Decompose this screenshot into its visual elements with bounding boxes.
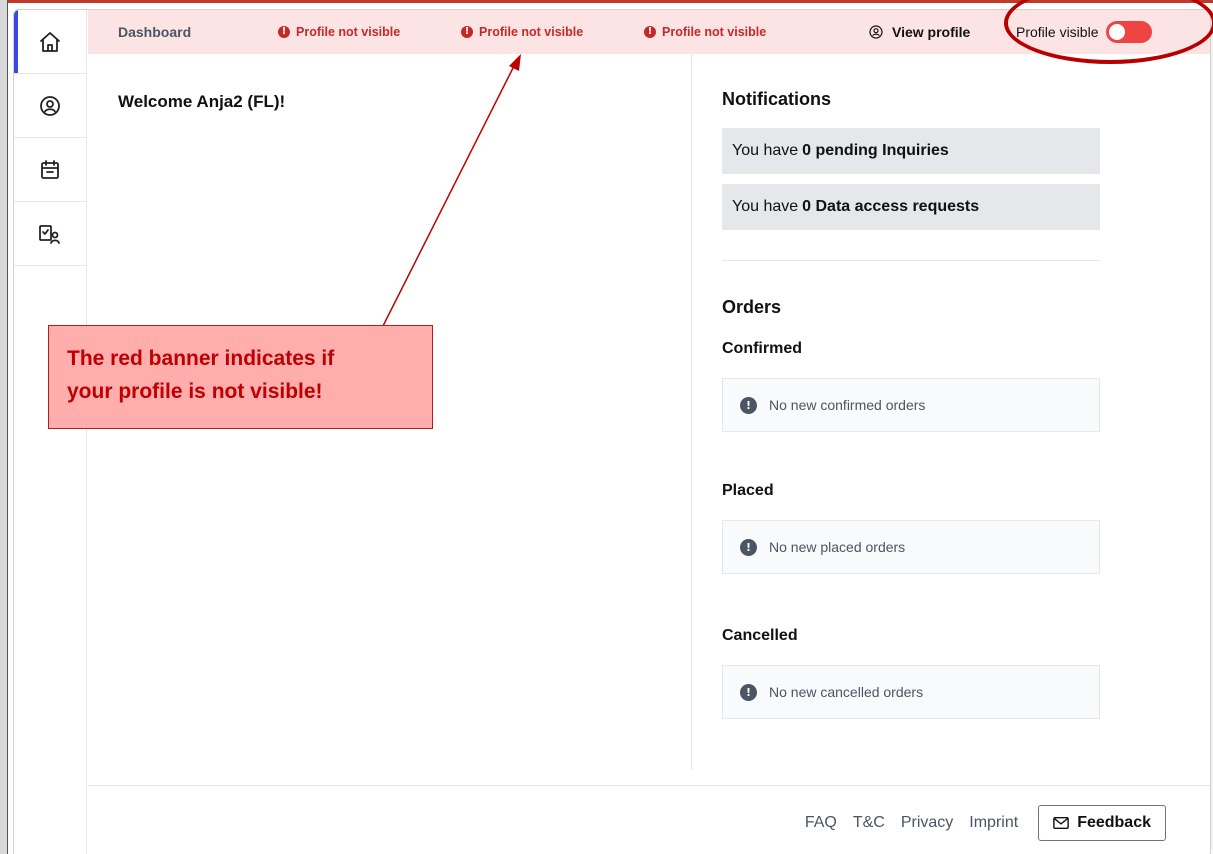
- notification-prefix: You have: [732, 198, 799, 215]
- notification-count: 0 pending Inquiries: [802, 142, 949, 159]
- notification-prefix: You have: [732, 142, 799, 159]
- sidebar-item-home[interactable]: [14, 10, 86, 74]
- left-window-rail: [0, 0, 8, 854]
- footer-link-faq[interactable]: FAQ: [805, 814, 837, 832]
- sidebar-item-profile[interactable]: [14, 74, 86, 138]
- callout-line-1: The red banner indicates if: [67, 347, 335, 370]
- orders-confirmed-message: No new confirmed orders: [769, 397, 926, 413]
- welcome-heading: Welcome Anja2 (FL)!: [118, 92, 286, 111]
- envelope-icon: [1053, 816, 1070, 830]
- callout-line-2: your profile is not visible!: [67, 380, 323, 403]
- profile-warning-text: Profile not visible: [296, 25, 401, 39]
- profile-warning-2: ! Profile not visible: [461, 25, 583, 39]
- orders-placed-box: ! No new placed orders: [722, 520, 1100, 574]
- column-divider: [691, 54, 692, 770]
- orders-cancelled-title: Cancelled: [722, 627, 798, 644]
- section-divider: [722, 260, 1100, 261]
- profile-warning-text: Profile not visible: [662, 25, 767, 39]
- top-tab-outline: [350, 0, 805, 3]
- footer-link-terms[interactable]: T&C: [853, 814, 885, 832]
- feedback-button[interactable]: Feedback: [1038, 805, 1166, 841]
- footer: FAQ T&C Privacy Imprint Feedback: [789, 805, 1166, 841]
- notification-inquiries[interactable]: You have 0 pending Inquiries: [722, 128, 1100, 174]
- profile-warning-3: ! Profile not visible: [644, 25, 766, 39]
- view-profile-label: View profile: [892, 24, 971, 40]
- feedback-label: Feedback: [1077, 814, 1151, 831]
- info-icon: !: [740, 683, 757, 701]
- info-icon: !: [740, 538, 757, 556]
- orders-cancelled-message: No new cancelled orders: [769, 684, 924, 700]
- checklist-user-icon: [39, 224, 60, 244]
- orders-placed-title: Placed: [722, 482, 774, 499]
- annotation-callout: The red banner indicates if your profile…: [48, 325, 433, 429]
- dashboard-right-column: Notifications You have 0 pending Inquiri…: [722, 54, 1100, 719]
- user-circle-icon: [869, 25, 883, 39]
- orders-cancelled-box: ! No new cancelled orders: [722, 665, 1100, 719]
- alert-icon: !: [461, 26, 473, 38]
- orders-confirmed-title: Confirmed: [722, 340, 802, 357]
- home-icon: [40, 31, 60, 52]
- sidebar-item-calendar[interactable]: [14, 138, 86, 202]
- sidebar: [14, 10, 87, 854]
- user-circle-icon: [40, 95, 60, 116]
- orders-title: Orders: [722, 297, 782, 317]
- alert-icon: !: [644, 26, 656, 38]
- view-profile-link[interactable]: View profile: [868, 24, 970, 40]
- profile-warning-text: Profile not visible: [479, 25, 584, 39]
- app-window: Dashboard ! Profile not visible ! Profil…: [13, 9, 1211, 854]
- notification-data-access[interactable]: You have 0 Data access requests: [722, 184, 1100, 230]
- profile-warning-1: ! Profile not visible: [278, 25, 400, 39]
- notifications-title: Notifications: [722, 89, 832, 109]
- orders-placed-message: No new placed orders: [769, 539, 906, 555]
- sidebar-item-requests[interactable]: [14, 202, 86, 266]
- calendar-icon: [41, 159, 59, 179]
- footer-divider: [88, 785, 1210, 786]
- footer-link-privacy[interactable]: Privacy: [901, 814, 953, 832]
- footer-link-imprint[interactable]: Imprint: [969, 814, 1018, 832]
- breadcrumb-dashboard[interactable]: Dashboard: [118, 24, 191, 40]
- orders-confirmed-box: ! No new confirmed orders: [722, 378, 1100, 432]
- notification-count: 0 Data access requests: [802, 198, 980, 215]
- alert-icon: !: [278, 26, 290, 38]
- info-icon: !: [740, 396, 757, 414]
- welcome-section: Welcome Anja2 (FL)!: [118, 92, 285, 112]
